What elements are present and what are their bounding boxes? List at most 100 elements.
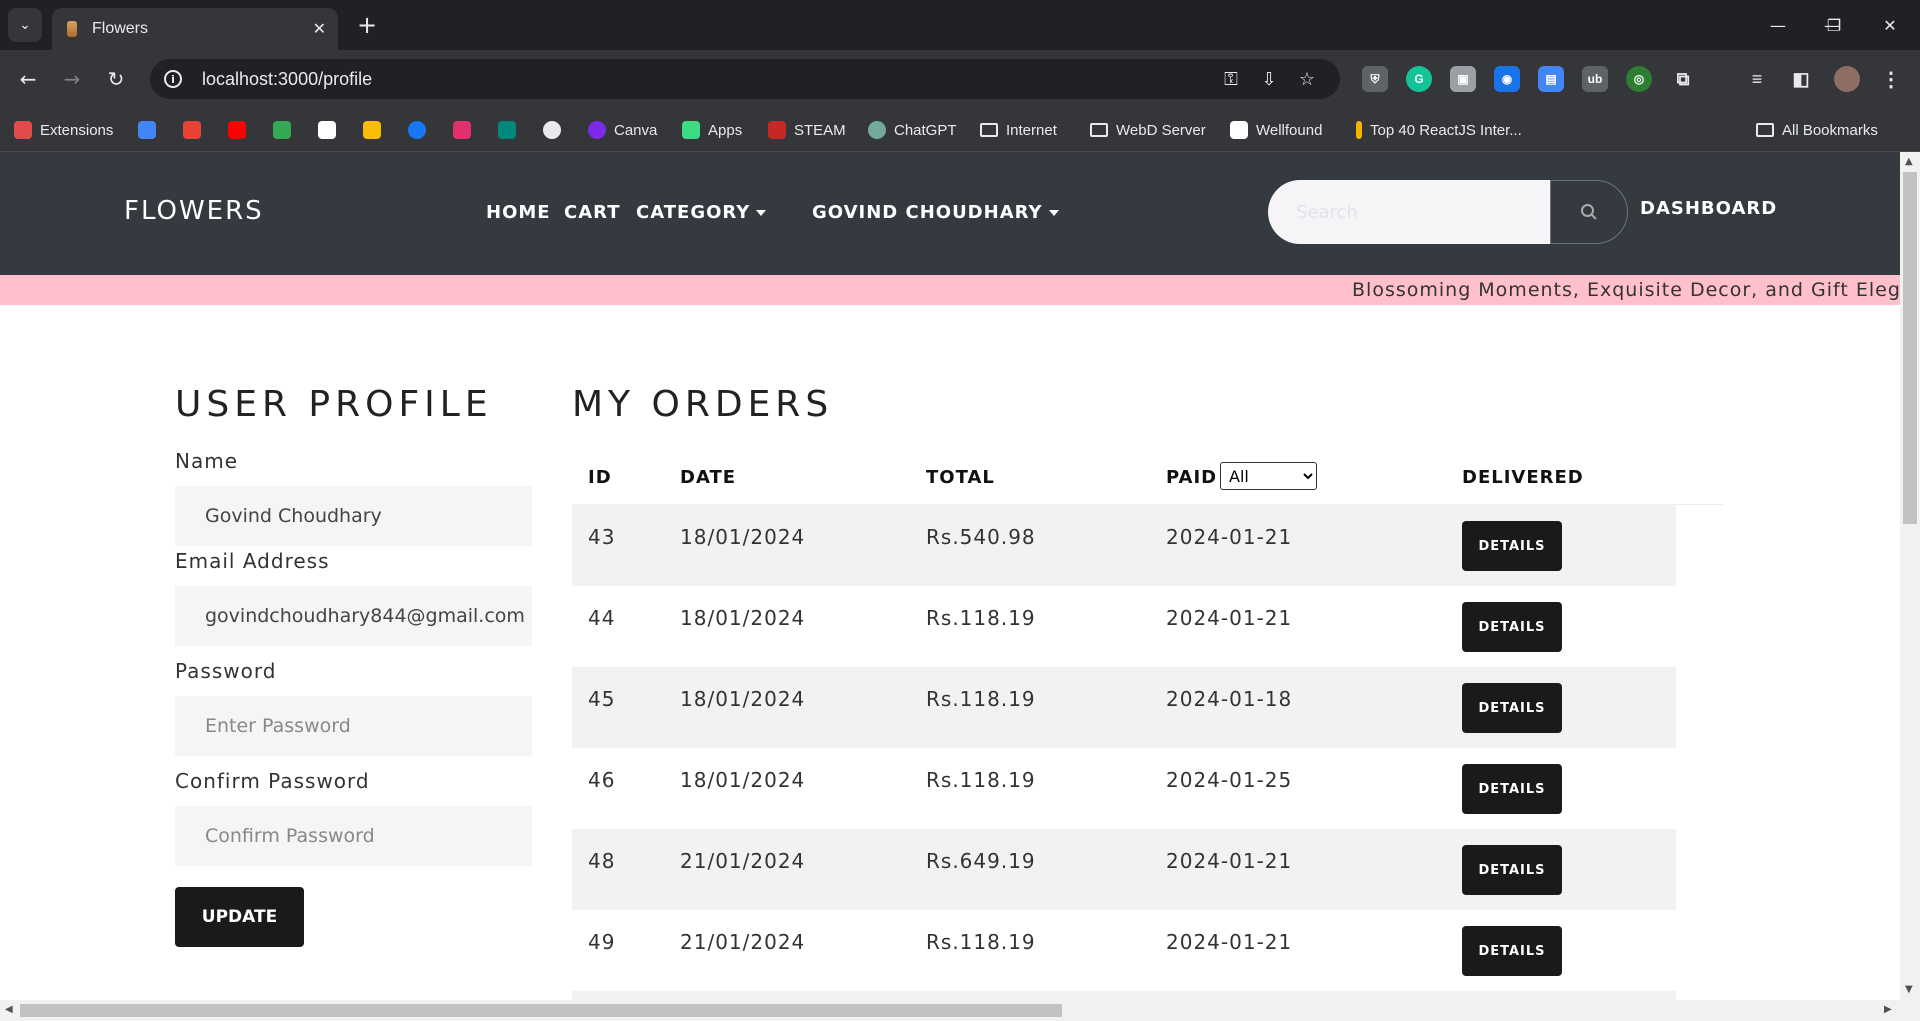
folder-icon [980, 123, 998, 137]
chevron-down-icon: ⌄ [19, 17, 31, 33]
paid-filter-select[interactable]: All [1220, 462, 1317, 490]
brand-logo[interactable]: FLOWERS [124, 196, 264, 226]
puzzle-extensions-icon[interactable]: ⧉ [1670, 66, 1696, 92]
bookmark-gmail[interactable] [183, 118, 209, 142]
update-button[interactable]: UPDATE [175, 887, 304, 947]
meet-icon [498, 121, 516, 139]
caret-down-icon [756, 210, 767, 216]
vertical-scroll-thumb[interactable] [1903, 172, 1917, 524]
scroll-left-arrow-icon[interactable]: ◀ [5, 1004, 13, 1015]
shield-extension-icon[interactable]: ⛨ [1362, 66, 1388, 92]
bookmark-translate[interactable] [138, 118, 164, 142]
password-input[interactable] [175, 696, 532, 756]
table-row: 46 18/01/2024 Rs.118.19 2024-01-25 DETAI… [572, 748, 1676, 829]
tab-search-button[interactable]: ⌄ [8, 8, 42, 42]
nav-category-dropdown[interactable]: CATEGORY [636, 202, 767, 223]
forward-arrow-icon[interactable]: → [56, 63, 88, 95]
profile-avatar[interactable] [1834, 66, 1860, 92]
table-row [572, 991, 1676, 1000]
extension-icon[interactable]: ▣ [1450, 66, 1476, 92]
details-button[interactable]: DETAILS [1462, 764, 1562, 814]
search-input[interactable] [1268, 180, 1550, 244]
key-icon[interactable]: ⚿ [1218, 68, 1244, 90]
order-paid-date: 2024-01-21 [1166, 849, 1293, 873]
bookmarks-bar: Extensions Canva Apps STEAM ChatGPT Inte… [0, 108, 1920, 152]
bookmark-react-interview[interactable]: Top 40 ReactJS Inter... [1356, 118, 1522, 142]
side-panel-icon[interactable]: ◧ [1788, 66, 1814, 92]
email-field[interactable]: govindchoudhary844@gmail.com [175, 586, 532, 646]
bookmark-flipkart[interactable] [363, 118, 389, 142]
bookmark-github[interactable] [543, 118, 569, 142]
nav-user-dropdown[interactable]: GOVIND CHOUDHARY [812, 202, 1059, 223]
details-button[interactable]: DETAILS [1462, 683, 1562, 733]
bookmark-star-icon[interactable]: ☆ [1294, 68, 1320, 90]
order-id: 49 [588, 930, 616, 954]
all-bookmarks[interactable]: All Bookmarks [1756, 118, 1878, 142]
extension-icon[interactable]: ▤ [1538, 66, 1564, 92]
confirm-password-input[interactable] [175, 806, 532, 866]
media-control-icon[interactable]: ≡ [1744, 66, 1770, 92]
order-date: 21/01/2024 [680, 930, 806, 954]
nav-dashboard[interactable]: DASHBOARD [1640, 198, 1777, 219]
restore-button[interactable]: ❐ [1810, 8, 1858, 42]
name-field[interactable]: Govind Choudhary [175, 486, 532, 546]
bookmark-canva[interactable]: Canva [588, 118, 657, 142]
bookmark-extensions[interactable]: Extensions [14, 118, 113, 142]
announcement-marquee: Blossoming Moments, Exquisite Decor, and… [0, 275, 1900, 305]
scroll-up-arrow-icon[interactable]: ▲ [1905, 156, 1913, 167]
grammarly-icon[interactable]: G [1406, 66, 1432, 92]
ublock-icon[interactable]: ub [1582, 66, 1608, 92]
bookmark-wellfound[interactable]: Wellfound [1230, 118, 1322, 142]
nav-cart[interactable]: CART [564, 202, 620, 223]
vertical-scrollbar[interactable]: ▲ ▼ [1900, 152, 1920, 1000]
bookmark-facebook[interactable] [408, 118, 434, 142]
table-row: 48 21/01/2024 Rs.649.19 2024-01-21 DETAI… [572, 829, 1676, 910]
horizontal-scrollbar[interactable]: ◀ ▶ [0, 1000, 1920, 1021]
extension-icon[interactable]: ◎ [1626, 66, 1652, 92]
search-button[interactable] [1550, 180, 1628, 244]
bookmark-chatgpt[interactable]: ChatGPT [868, 118, 957, 142]
details-button[interactable]: DETAILS [1462, 602, 1562, 652]
minimize-button[interactable]: — [1754, 8, 1802, 42]
chart-bars-icon [1356, 121, 1362, 139]
order-id: 43 [588, 525, 616, 549]
details-button[interactable]: DETAILS [1462, 845, 1562, 895]
address-bar[interactable]: i localhost:3000/profile ⚿ ⇩ ☆ [150, 59, 1340, 99]
site-info-icon[interactable]: i [164, 70, 182, 88]
bookmark-youtube[interactable] [228, 118, 254, 142]
scroll-right-arrow-icon[interactable]: ▶ [1884, 1004, 1892, 1015]
details-button[interactable]: DETAILS [1462, 926, 1562, 976]
more-menu-icon[interactable]: ⋮ [1878, 66, 1904, 92]
details-button[interactable]: DETAILS [1462, 521, 1562, 571]
browser-tab[interactable]: Flowers ✕ [52, 8, 338, 50]
extension-icon[interactable]: ◉ [1494, 66, 1520, 92]
horizontal-scroll-thumb[interactable] [20, 1004, 1062, 1017]
order-id: 44 [588, 606, 616, 630]
nav-home[interactable]: HOME [486, 202, 551, 223]
facebook-icon [408, 121, 426, 139]
bookmark-apps[interactable]: Apps [682, 118, 742, 142]
folder-icon [1090, 123, 1108, 137]
browser-tabstrip: ⌄ Flowers ✕ + — [0, 0, 1920, 50]
steam-icon [768, 121, 786, 139]
bookmark-maps[interactable] [273, 118, 299, 142]
bookmark-instagram[interactable] [453, 118, 479, 142]
tab-close-icon[interactable]: ✕ [313, 19, 326, 39]
back-arrow-icon[interactable]: ← [12, 63, 44, 95]
bookmark-folder-webd-server[interactable]: WebD Server [1090, 118, 1206, 142]
new-tab-button[interactable]: + [352, 10, 382, 40]
youtube-icon [228, 121, 246, 139]
table-row: 45 18/01/2024 Rs.118.19 2024-01-18 DETAI… [572, 667, 1676, 748]
bookmark-amazon[interactable] [318, 118, 344, 142]
bookmark-meet[interactable] [498, 118, 524, 142]
reload-icon[interactable]: ↻ [100, 63, 132, 95]
url-text[interactable]: localhost:3000/profile [202, 69, 372, 90]
install-app-icon[interactable]: ⇩ [1256, 68, 1282, 90]
bookmark-steam[interactable]: STEAM [768, 118, 846, 142]
maps-icon [273, 121, 291, 139]
scroll-down-arrow-icon[interactable]: ▼ [1905, 984, 1913, 995]
bookmark-folder-internet[interactable]: Internet [980, 118, 1057, 142]
folder-icon [1756, 123, 1774, 137]
order-total: Rs.118.19 [926, 606, 1036, 630]
close-window-button[interactable]: ✕ [1866, 8, 1914, 42]
